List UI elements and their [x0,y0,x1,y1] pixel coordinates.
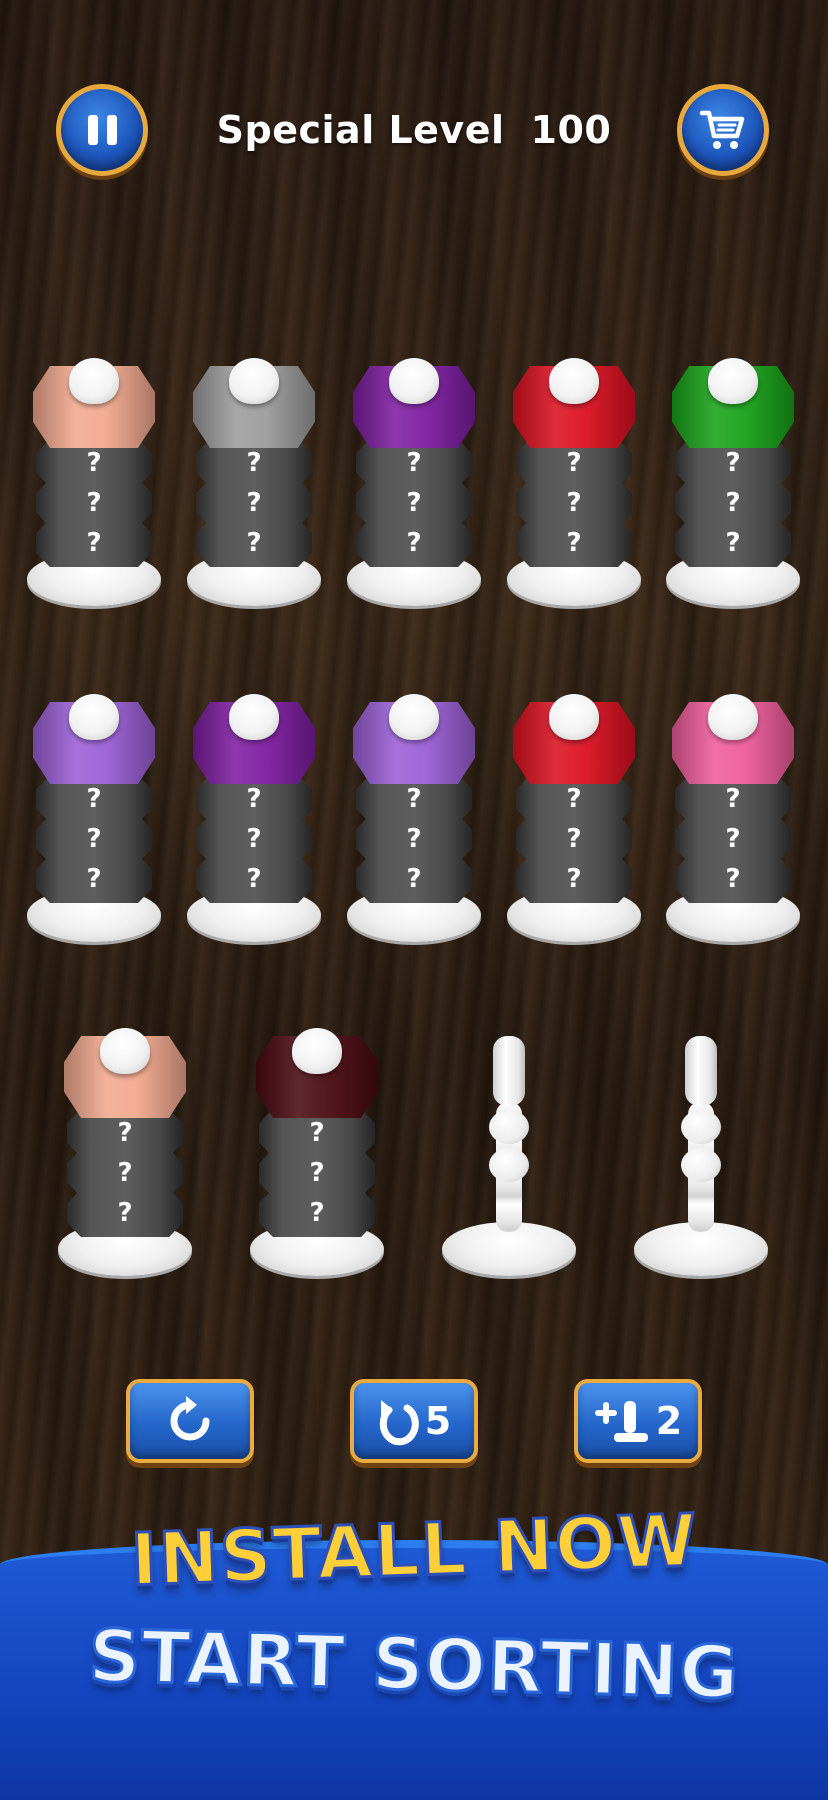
pole-rod [486,1036,532,1246]
add-pole-button[interactable]: 2 [574,1379,702,1463]
pole-rod [678,1036,724,1246]
nut-stack[interactable]: ? ? ? [27,692,161,942]
pole-cap [708,694,758,740]
pole-cap [549,694,599,740]
pole-cap [708,358,758,404]
nut-stack[interactable]: ? ? ? [187,692,321,942]
undo-count: 5 [424,1399,452,1443]
pole-cap [69,358,119,404]
level-label: Special Level [216,108,505,152]
pole-cap [229,358,279,404]
pole-cap [549,358,599,404]
empty-pole[interactable] [634,1026,768,1276]
nut-stack[interactable]: ? ? ? [507,692,641,942]
nut-stack[interactable]: ? ? ? [58,1026,192,1276]
nut-stack[interactable]: ? ? ? [666,692,800,942]
reset-button[interactable] [126,1379,254,1463]
add-pole-icon [594,1401,648,1442]
nut-stack[interactable]: ? ? ? [27,356,161,606]
nut-stack[interactable]: ? ? ? [666,356,800,606]
nut-stack[interactable]: ? ? ? [347,356,481,606]
undo-button[interactable]: 5 [350,1379,478,1463]
reset-icon [170,1396,210,1441]
nut-stack[interactable]: ? ? ? [507,356,641,606]
undo-icon [379,1400,419,1446]
level-number: 100 [530,108,612,152]
nut-stack[interactable]: ? ? ? [250,1026,384,1276]
add-pole-count: 2 [655,1399,683,1443]
pole-cap [292,1028,342,1074]
shopping-cart-icon [699,110,745,149]
nut-stack[interactable]: ? ? ? [187,356,321,606]
pole-cap [100,1028,150,1074]
shop-button[interactable] [677,84,769,176]
pole-cap [229,694,279,740]
pole-cap [389,358,439,404]
pole-cap [69,694,119,740]
nut-stack[interactable]: ? ? ? [347,692,481,942]
pole-cap [389,694,439,740]
empty-pole[interactable] [442,1026,576,1276]
